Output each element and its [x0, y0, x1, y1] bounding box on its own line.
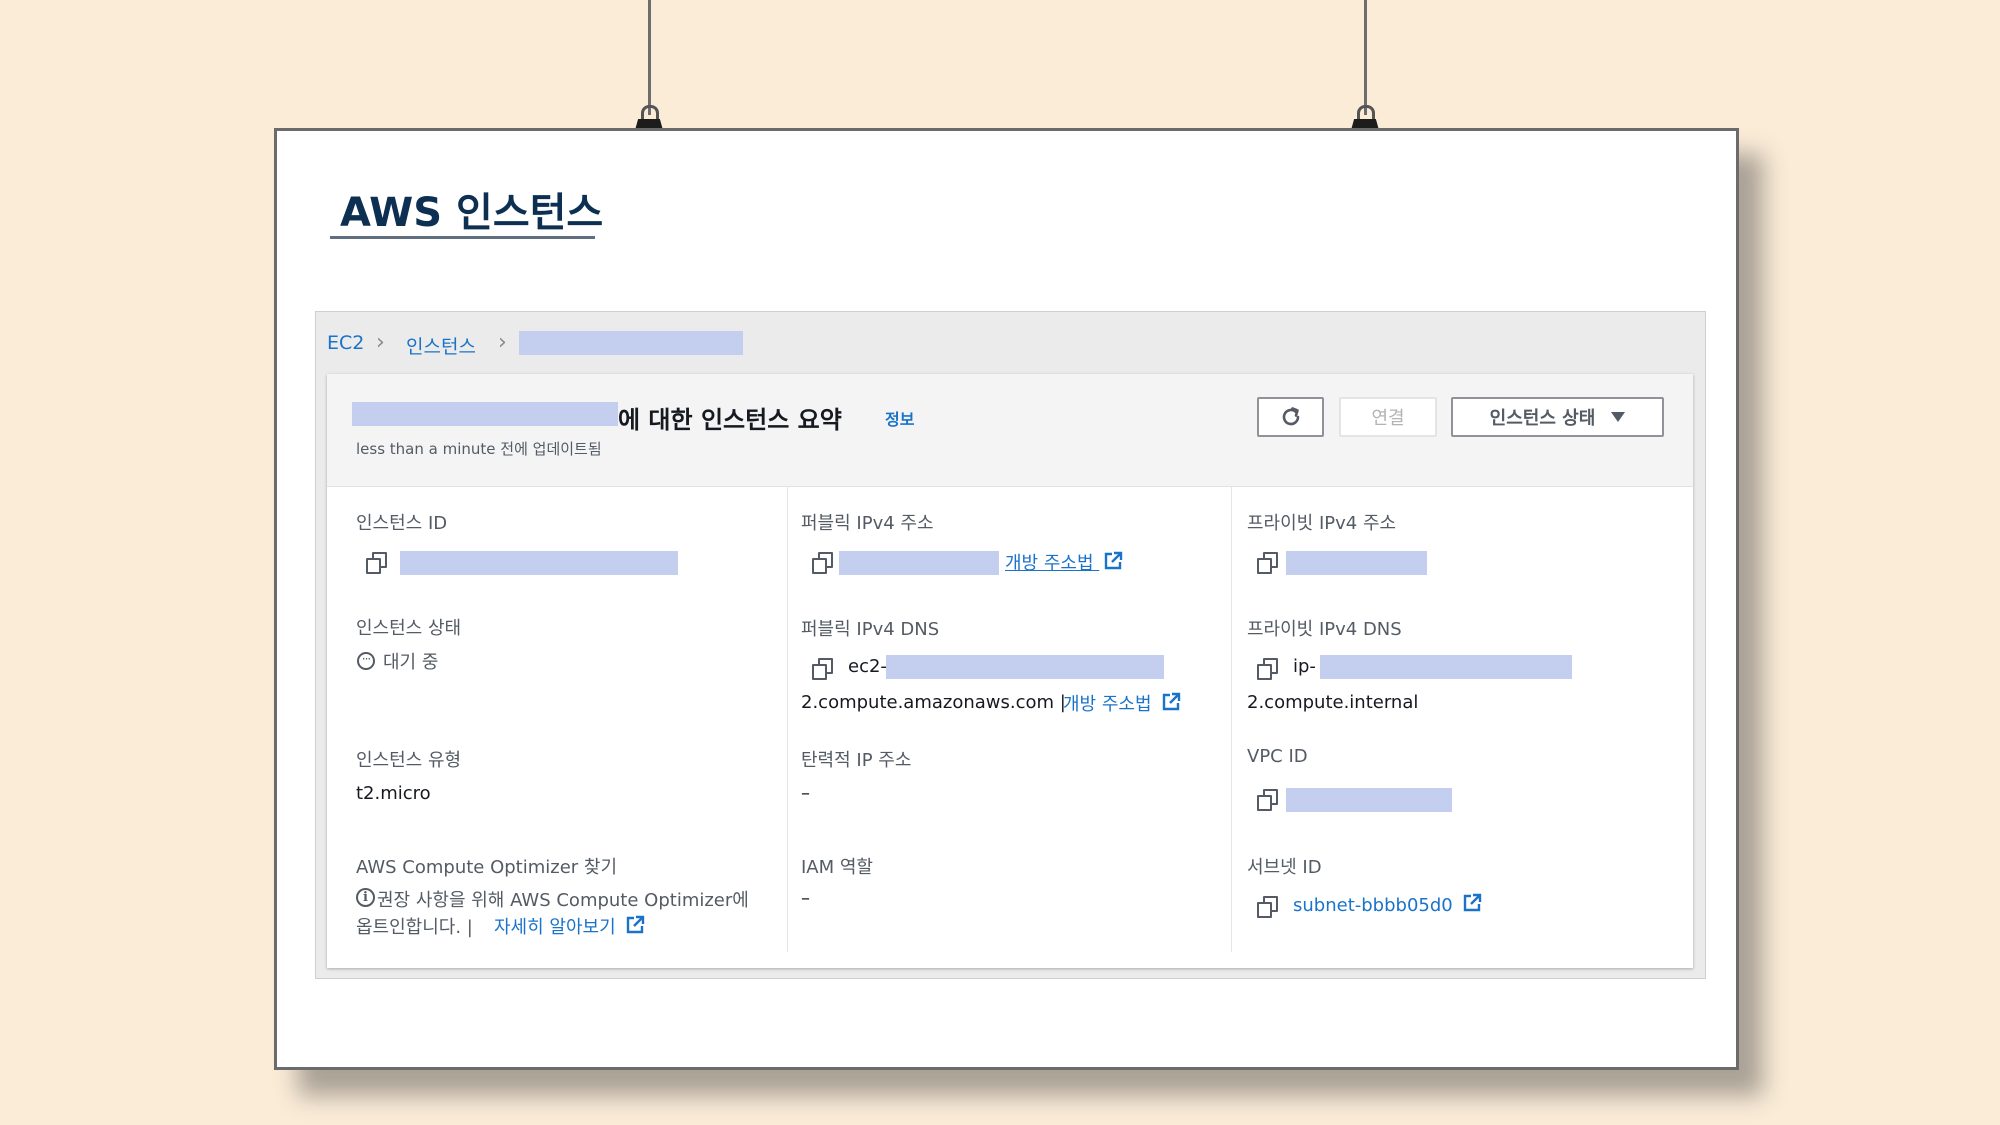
- info-icon: i: [356, 888, 375, 907]
- iam-role-label: IAM 역할: [801, 857, 873, 878]
- redacted-public-dns: [886, 655, 1164, 679]
- refresh-button[interactable]: [1257, 397, 1324, 437]
- iam-role-value: –: [801, 888, 810, 909]
- copy-icon[interactable]: [1257, 552, 1278, 574]
- column-divider: [1231, 487, 1232, 952]
- poster-title: AWS 인스턴스: [340, 190, 604, 236]
- subnet-id-label: 서브넷 ID: [1247, 857, 1322, 878]
- subnet-id-link[interactable]: subnet-bbbb05d0: [1293, 893, 1482, 916]
- public-dns-value-line2: 2.compute.amazonaws.com |: [801, 692, 1066, 713]
- copy-icon[interactable]: [812, 552, 833, 574]
- private-dns-prefix: ip-: [1293, 656, 1316, 677]
- title-underline: [330, 236, 595, 239]
- instance-state-label: 인스턴스 상태: [356, 618, 462, 639]
- learn-more-link[interactable]: 자세히 알아보기: [494, 913, 645, 939]
- hanging-wire-right: [1364, 0, 1367, 115]
- elastic-ip-value: –: [801, 783, 810, 804]
- external-link-icon: [1163, 692, 1181, 711]
- redacted-public-ipv4: [839, 551, 999, 575]
- learn-more-link-label: 자세히 알아보기: [494, 917, 616, 938]
- refresh-icon: [1282, 407, 1299, 426]
- panel-title: 에 대한 인스턴스 요약: [618, 406, 842, 434]
- copy-icon[interactable]: [1257, 896, 1278, 918]
- private-ipv4-label: 프라이빗 IPv4 주소: [1247, 513, 1397, 534]
- copy-icon[interactable]: [1257, 789, 1278, 811]
- instance-state-dropdown[interactable]: 인스턴스 상태: [1451, 397, 1664, 437]
- external-link-icon: [627, 915, 645, 934]
- private-dns-label: 프라이빗 IPv4 DNS: [1247, 619, 1402, 640]
- copy-icon[interactable]: [1257, 658, 1278, 680]
- redacted-breadcrumb-instance: [519, 331, 743, 355]
- instance-state-dropdown-label: 인스턴스 상태: [1489, 408, 1596, 429]
- compute-optimizer-text-line1: 권장 사항을 위해 AWS Compute Optimizer에: [377, 890, 749, 911]
- redacted-instance-name: [352, 402, 618, 426]
- open-address-link-label: 개방 주소법: [1063, 694, 1152, 715]
- compute-optimizer-label: AWS Compute Optimizer 찾기: [356, 857, 618, 878]
- caret-down-icon: [1611, 412, 1626, 422]
- external-link-icon: [1105, 551, 1123, 570]
- instance-type-label: 인스턴스 유형: [356, 750, 462, 771]
- copy-icon[interactable]: [812, 658, 833, 680]
- private-dns-value-line2: 2.compute.internal: [1247, 692, 1419, 713]
- redacted-vpc-id: [1286, 788, 1452, 812]
- breadcrumb-ec2[interactable]: EC2: [327, 332, 364, 354]
- public-ipv4-open-address-link[interactable]: 개방 주소법: [1005, 549, 1123, 575]
- public-ipv4-label: 퍼블릭 IPv4 주소: [801, 513, 934, 534]
- open-address-link-label: 개방 주소법: [1005, 553, 1094, 574]
- breadcrumb-chevron-icon: ›: [376, 330, 385, 355]
- breadcrumb-chevron-icon: ›: [498, 330, 507, 355]
- redacted-private-dns: [1320, 655, 1572, 679]
- subnet-id-value: subnet-bbbb05d0: [1293, 895, 1453, 916]
- column-divider: [787, 487, 788, 952]
- connect-button[interactable]: 연결: [1339, 397, 1437, 437]
- external-link-icon: [1464, 893, 1482, 912]
- copy-icon[interactable]: [366, 552, 387, 574]
- hanging-wire-left: [648, 0, 651, 115]
- redacted-private-ipv4: [1286, 551, 1427, 575]
- last-updated-text: less than a minute 전에 업데이트됨: [356, 440, 602, 458]
- instance-state-value: 대기 중: [383, 652, 439, 673]
- elastic-ip-label: 탄력적 IP 주소: [801, 750, 912, 771]
- public-dns-open-address-link[interactable]: 개방 주소법: [1063, 690, 1181, 716]
- redacted-instance-id: [400, 551, 678, 575]
- breadcrumb-instances[interactable]: 인스턴스: [406, 332, 476, 359]
- public-dns-label: 퍼블릭 IPv4 DNS: [801, 619, 940, 640]
- pending-status-icon: ···: [357, 652, 375, 670]
- instance-type-value: t2.micro: [356, 783, 431, 804]
- info-link[interactable]: 정보: [885, 406, 914, 430]
- instance-id-label: 인스턴스 ID: [356, 513, 448, 534]
- vpc-id-label: VPC ID: [1247, 746, 1308, 767]
- connect-button-label: 연결: [1371, 408, 1405, 429]
- public-dns-prefix: ec2-: [848, 656, 887, 677]
- compute-optimizer-text-line2: 옵트인합니다. |: [356, 917, 473, 938]
